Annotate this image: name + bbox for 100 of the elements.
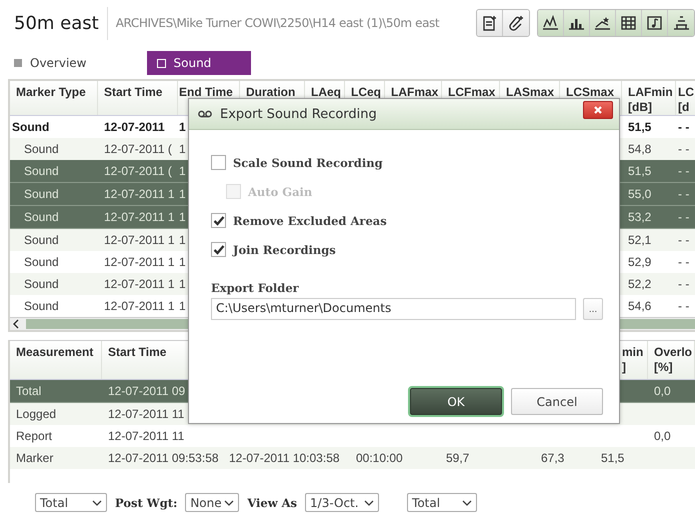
ok-button[interactable]: OK [410, 388, 502, 415]
table-button[interactable] [616, 10, 642, 36]
tab[interactable]: Overview [14, 51, 126, 75]
table-cell: - - [678, 277, 690, 291]
table-cell: 1 [179, 142, 186, 156]
dropdown[interactable]: 1/3-Oct. [305, 493, 380, 512]
column-header[interactable]: Overlo [%] [648, 341, 695, 379]
chevron-down-icon [224, 500, 234, 506]
table-cell: Sound [24, 233, 59, 247]
table-cell: 1 [179, 120, 186, 134]
table-cell: 12-07-2011 1 [104, 277, 174, 291]
table-cell: - - [678, 255, 690, 269]
table-cell: 51,5 [628, 164, 652, 178]
table-cell: 12-07-2011 ( [104, 164, 172, 178]
table-cell: Sound [12, 120, 50, 134]
column-header[interactable]: Marker Type [10, 81, 98, 115]
table-row[interactable]: Report 12-07-2011 11 0,0 [10, 425, 695, 447]
dropdown[interactable]: Total [407, 493, 478, 512]
table-cell: Total [16, 384, 42, 398]
checkbox-label: Join Recordings [233, 242, 336, 256]
table-cell: 12-07-2011 1 [104, 187, 174, 201]
column-header[interactable]: Start Time [98, 81, 178, 115]
table-cell: 1 [179, 277, 186, 291]
table-cell: 55,0 [628, 187, 652, 201]
column-header[interactable]: Measurement [10, 341, 102, 379]
table-cell: 12-07-2011 10:03:58 [229, 451, 340, 465]
checkbox[interactable] [211, 242, 226, 257]
table-row[interactable]: Marker 12-07-2011 09:53:58 12-07-2011 10:03:58 00:10:00 59,7 67,3 51,5 [10, 447, 695, 469]
table-cell: 12-07-2011 1 [104, 210, 174, 224]
table-cell: 52,1 [628, 233, 652, 247]
checkbox-label: Auto Gain [248, 184, 312, 198]
table-cell: 12-07-2011 09:53:58 [108, 451, 219, 465]
table-cell: 52,2 [628, 277, 652, 291]
table-cell: Sound [24, 299, 59, 313]
table-cell: 51,5 [628, 120, 652, 134]
table-cell: 12-07-2011 1 [104, 299, 174, 313]
breadcrumb-path: ARCHIVES\Mike Turner COWI\2250\H14 east (1)\50m east [116, 16, 440, 30]
stacked-chart-button[interactable] [668, 10, 694, 36]
add-attachment-button[interactable] [503, 10, 529, 36]
table-cell: 1 [179, 187, 186, 201]
table-cell: 52,9 [628, 255, 652, 269]
tape-icon [198, 110, 212, 118]
table-cell: 1 [179, 164, 186, 178]
square-outline-icon [156, 58, 166, 68]
table-cell: 12-07-2011 1 [104, 255, 174, 269]
table-cell: - - [678, 164, 690, 178]
table-cell: 0,0 [654, 429, 671, 443]
table-cell: - - [678, 142, 690, 156]
dropdown[interactable]: None [185, 493, 240, 512]
table-cell: Sound [24, 164, 59, 178]
table-cell: - - [678, 210, 690, 224]
dialog-title: Export Sound Recording [220, 106, 378, 122]
table-cell: 53,2 [628, 210, 652, 224]
field-label: View As [247, 496, 298, 510]
dropdown[interactable]: Total [35, 493, 107, 512]
close-icon [593, 105, 603, 115]
line-chart-button[interactable] [538, 10, 564, 36]
checkbox[interactable] [211, 155, 226, 170]
table-cell: 12-07-2011 [104, 120, 165, 134]
browse-button[interactable]: ... [583, 298, 603, 320]
field-label: Export Folder [211, 281, 300, 295]
table-cell: 59,7 [446, 451, 470, 465]
table-cell: 12-07-2011 1 [104, 233, 174, 247]
table-cell: Marker [16, 451, 54, 465]
table-cell: 12-07-2011 ( [104, 142, 172, 156]
checkmark-icon [212, 215, 224, 226]
checkbox[interactable] [211, 213, 226, 228]
table-cell: 54,6 [628, 299, 652, 313]
table-cell: Sound [24, 187, 59, 201]
stacked-chart-icon [672, 15, 690, 31]
field-label: Post Wgt: [115, 496, 178, 510]
table-cell: 00:10:00 [356, 451, 403, 465]
square-icon [14, 59, 22, 67]
cancel-button[interactable]: Cancel [511, 388, 603, 415]
table-cell: Logged [16, 407, 56, 421]
table-cell: 12-07-2011 11 [108, 429, 184, 443]
table-cell: Sound [24, 142, 59, 156]
table-cell: 1 [179, 210, 186, 224]
trend-chart-icon [594, 15, 611, 31]
add-document-button[interactable] [477, 10, 503, 36]
folder-path-field[interactable]: C:\Users\mturner\Documents [211, 298, 576, 320]
table-cell: 12-07-2011 09 [108, 384, 186, 398]
bar-chart-button[interactable] [564, 10, 590, 36]
close-button[interactable] [583, 101, 613, 119]
table-cell: 67,3 [541, 451, 564, 465]
tab[interactable]: Sound [146, 51, 252, 75]
table-cell: 51,5 [601, 451, 624, 465]
chevron-down-icon [92, 500, 102, 506]
line-chart-icon [542, 15, 559, 31]
window-title: 50m east [10, 6, 108, 40]
trend-chart-button[interactable] [590, 10, 616, 36]
table-cell: 0,0 [654, 384, 671, 398]
table-cell: Sound [24, 210, 59, 224]
checkbox-label: Remove Excluded Areas [233, 214, 387, 228]
table-cell: - - [678, 120, 690, 134]
note-document-button[interactable] [642, 10, 668, 36]
table-cell: Report [16, 429, 52, 443]
column-header[interactable]: LAFmin [dB] [622, 81, 676, 115]
column-header[interactable]: LC [d [676, 81, 695, 115]
table-cell: - - [678, 233, 690, 247]
